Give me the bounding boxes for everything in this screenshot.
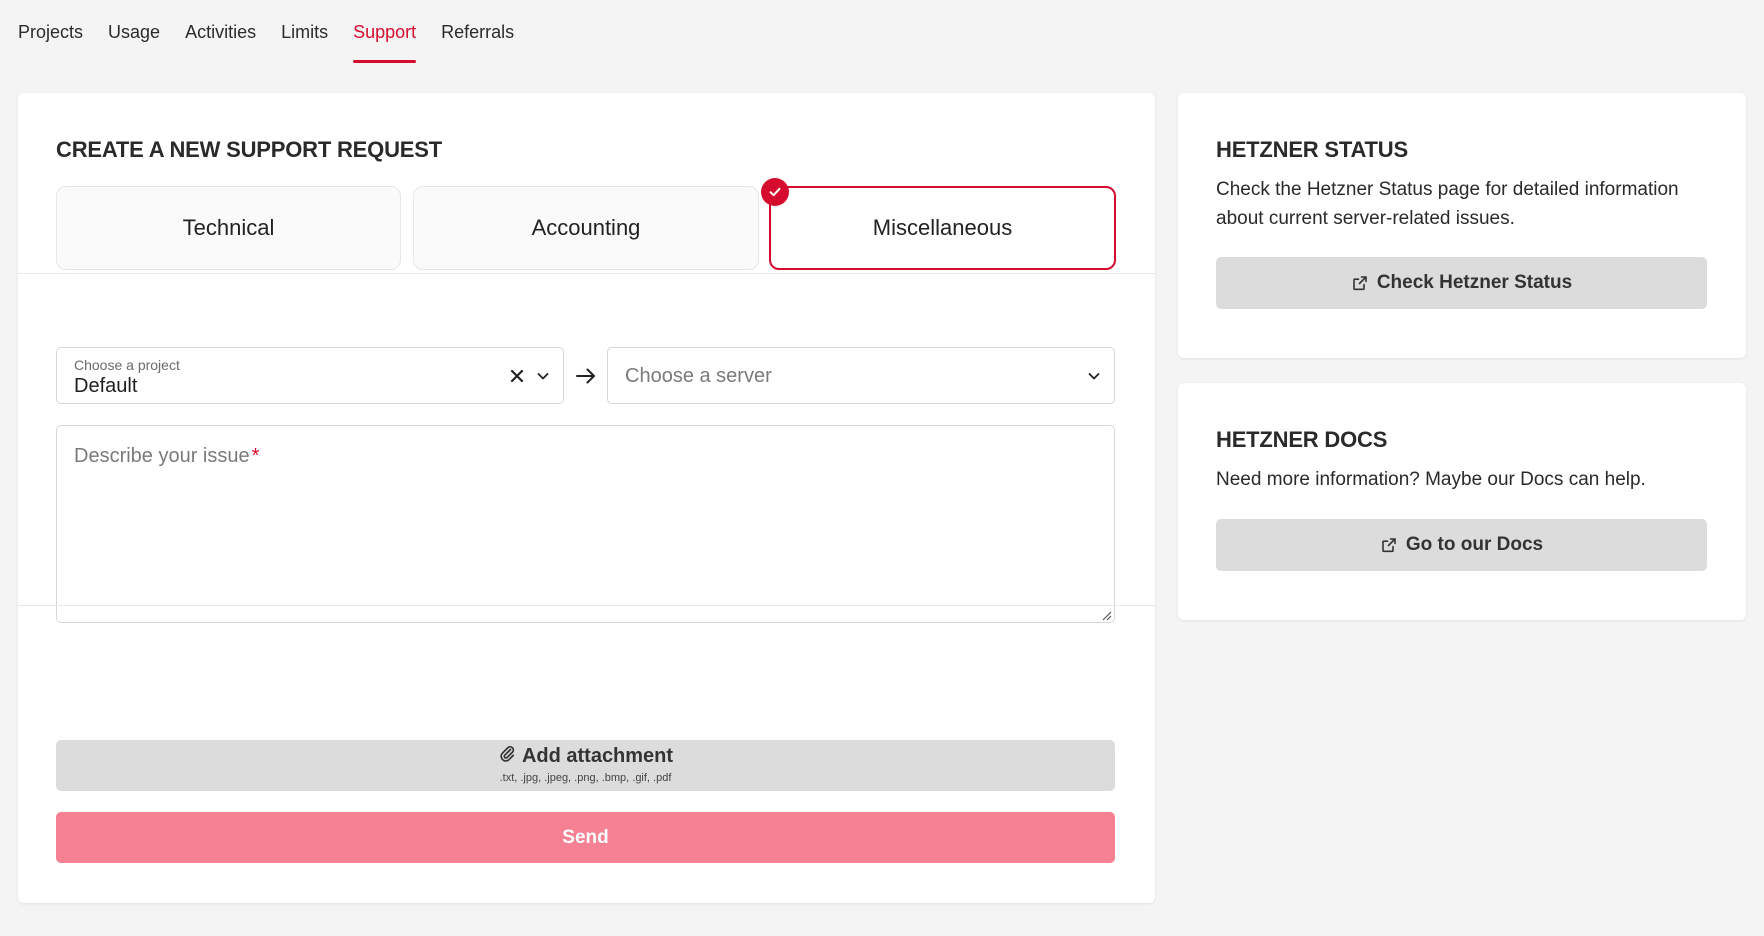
arrow-right-icon <box>574 365 598 387</box>
divider <box>18 273 1155 274</box>
resize-handle-icon[interactable] <box>1100 608 1112 621</box>
tab-referrals[interactable]: Referrals <box>441 0 514 64</box>
category-miscellaneous[interactable]: Miscellaneous <box>761 178 1116 270</box>
category-accounting[interactable]: Accounting <box>413 186 759 270</box>
hetzner-docs-text: Need more information? Maybe our Docs ca… <box>1216 469 1646 490</box>
paperclip-icon <box>498 744 516 768</box>
hetzner-status-title: HETZNER STATUS <box>1216 137 1408 162</box>
category-technical[interactable]: Technical <box>56 186 401 270</box>
hetzner-docs-card: HETZNER DOCS Need more information? Mayb… <box>1178 383 1746 620</box>
tab-limits[interactable]: Limits <box>281 0 328 64</box>
check-icon <box>761 178 789 206</box>
tab-projects[interactable]: Projects <box>18 0 83 64</box>
support-request-card: CREATE A NEW SUPPORT REQUEST Technical A… <box>18 93 1155 903</box>
tab-usage[interactable]: Usage <box>108 0 160 64</box>
category-technical-label: Technical <box>182 215 275 240</box>
go-to-docs-button[interactable]: Go to our Docs <box>1216 519 1707 571</box>
hetzner-docs-title: HETZNER DOCS <box>1216 427 1388 452</box>
project-select[interactable]: Choose a project Default <box>56 347 564 404</box>
category-accounting-label: Accounting <box>531 215 641 240</box>
tab-activities[interactable]: Activities <box>185 0 256 64</box>
issue-description-placeholder: Describe your issue * <box>74 445 260 467</box>
add-attachment-label-row: Add attachment <box>56 744 1115 768</box>
top-nav-tabs: Projects Usage Activities Limits Support… <box>18 0 539 64</box>
send-button[interactable]: Send <box>56 812 1115 863</box>
support-request-title: CREATE A NEW SUPPORT REQUEST <box>56 137 442 162</box>
project-select-label: Choose a project <box>74 357 180 373</box>
chevron-down-icon[interactable] <box>1086 368 1102 384</box>
required-mark: * <box>251 445 260 467</box>
server-select[interactable]: Choose a server <box>607 347 1115 404</box>
hetzner-status-card: HETZNER STATUS Check the Hetzner Status … <box>1178 93 1746 358</box>
project-select-value: Default <box>74 375 138 397</box>
add-attachment-button[interactable]: Add attachment .txt, .jpg, .jpeg, .png, … <box>56 740 1115 791</box>
attachment-file-types: .txt, .jpg, .jpeg, .png, .bmp, .gif, .pd… <box>499 772 672 784</box>
server-select-placeholder: Choose a server <box>625 365 772 387</box>
go-to-docs-label: Go to our Docs <box>1405 534 1544 555</box>
add-attachment-label: Add attachment <box>521 744 674 767</box>
tab-support[interactable]: Support <box>353 0 417 64</box>
check-hetzner-status-button[interactable]: Check Hetzner Status <box>1216 257 1707 309</box>
chevron-down-icon[interactable] <box>535 368 551 384</box>
external-link-icon <box>1380 536 1398 554</box>
category-miscellaneous-label: Miscellaneous <box>872 215 1013 240</box>
divider <box>18 605 1155 606</box>
hetzner-status-text: Check the Hetzner Status page for detail… <box>1216 179 1679 229</box>
issue-description-textarea[interactable]: Describe your issue * <box>56 425 1115 623</box>
check-hetzner-status-label: Check Hetzner Status <box>1376 272 1573 293</box>
send-button-label: Send <box>562 826 609 848</box>
external-link-icon <box>1351 274 1369 292</box>
close-icon[interactable] <box>507 366 527 386</box>
